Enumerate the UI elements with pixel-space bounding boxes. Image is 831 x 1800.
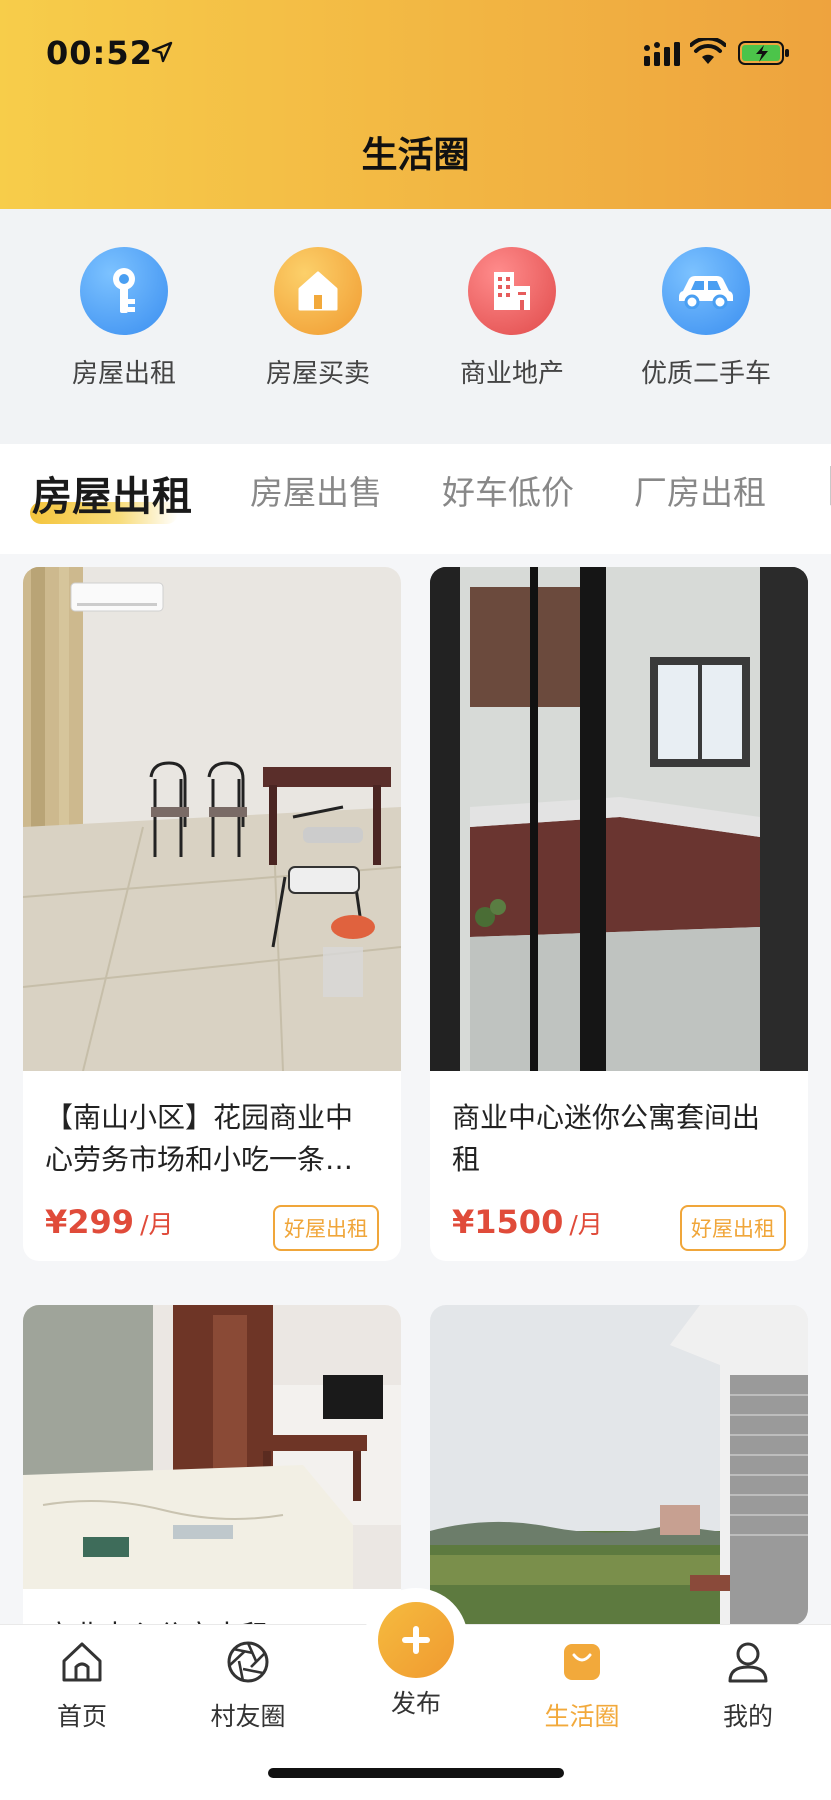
listing-card[interactable] [430, 1305, 808, 1624]
status-time: 00:52 [46, 34, 153, 72]
tab-cheap-cars[interactable]: 好车低价 [442, 466, 574, 514]
plus-icon [402, 1626, 430, 1654]
publish-button[interactable] [378, 1602, 454, 1678]
category-label: 优质二手车 [640, 359, 771, 389]
listing-photo [23, 567, 401, 1071]
location-arrow-icon [151, 41, 173, 63]
nav-label: 我的 [722, 1702, 773, 1731]
nav-label: 村友圈 [210, 1702, 286, 1731]
nav-mine[interactable]: 我的 [688, 1639, 808, 1733]
category-house-sale[interactable]: 房屋买卖 [228, 247, 408, 390]
listing-feed[interactable]: 【南山小区】花园商业中心劳务市场和小吃一条街附近 ¥299/月 好屋出租 [0, 554, 831, 1624]
key-icon [80, 247, 168, 335]
listing-title: 【南山小区】花园商业中心劳务市场和小吃一条街附近 [45, 1101, 354, 1176]
listing-card[interactable]: 【南山小区】花园商业中心劳务市场和小吃一条街附近 ¥299/月 好屋出租 [23, 567, 401, 1261]
home-indicator [268, 1768, 564, 1778]
listing-card[interactable]: 商业中心迷你公寓套间出租 ¥1500/月 好屋出租 [430, 567, 808, 1261]
category-grid: 房屋出租 房屋买卖 商业地产 优质二手车 [0, 209, 831, 444]
listing-photo [23, 1305, 401, 1589]
listing-photo [430, 1305, 808, 1624]
listing-title: 商业中心迷你公寓套间出租 [452, 1101, 761, 1176]
listing-card[interactable]: 商业中心公寓出租 [23, 1305, 401, 1624]
listing-photo [430, 567, 808, 1071]
category-commercial[interactable]: 商业地产 [422, 247, 602, 390]
listing-footer: ¥1500/月 好屋出租 [430, 1181, 808, 1261]
home-icon [62, 1642, 102, 1682]
listing-tag: 好屋出租 [680, 1205, 786, 1251]
price-unit: /月 [140, 1210, 174, 1239]
category-label: 房屋出租 [71, 359, 176, 389]
price-amount: ¥1500 [452, 1203, 564, 1241]
category-used-car[interactable]: 优质二手车 [616, 247, 796, 390]
category-label: 商业地产 [459, 359, 564, 389]
wifi-icon [690, 38, 726, 64]
signal-icon [644, 42, 680, 66]
page-title: 生活圈 [361, 135, 470, 176]
tab-bar: 房屋出租 房屋出售 好车低价 厂房出租 │ [0, 444, 831, 554]
nav-label: 首页 [56, 1702, 107, 1731]
price-unit: /月 [569, 1210, 603, 1239]
building-icon [468, 247, 556, 335]
tab-house-rent[interactable]: 房屋出租 [32, 464, 192, 522]
battery-charging-icon [738, 41, 789, 65]
tab-factory-rent[interactable]: 厂房出租 [634, 466, 766, 514]
house-icon [274, 247, 362, 335]
listing-price: ¥299/月 [45, 1203, 174, 1241]
listing-footer: ¥299/月 好屋出租 [23, 1181, 401, 1261]
listing-tag: 好屋出租 [273, 1205, 379, 1251]
car-icon [662, 247, 750, 335]
nav-life-circle[interactable]: 生活圈 [522, 1639, 642, 1733]
category-label: 房屋买卖 [265, 359, 370, 389]
listing-price: ¥1500/月 [452, 1203, 603, 1241]
nav-label-publish[interactable]: 发布 [356, 1684, 476, 1720]
tab-house-sale[interactable]: 房屋出售 [250, 466, 382, 514]
header-bar: 00:52 生活圈 [0, 0, 831, 209]
aperture-icon [227, 1641, 269, 1683]
listing-title: 商业中心公寓出租 [45, 1615, 379, 1624]
nav-village-circle[interactable]: 村友圈 [188, 1639, 308, 1733]
category-house-rent[interactable]: 房屋出租 [34, 247, 214, 390]
nav-label: 生活圈 [544, 1702, 620, 1731]
nav-home[interactable]: 首页 [22, 1639, 142, 1733]
user-icon [728, 1642, 768, 1683]
tab-more-overflow[interactable]: │ [822, 466, 831, 505]
shopping-bag-icon [564, 1644, 600, 1680]
price-amount: ¥299 [45, 1203, 135, 1241]
